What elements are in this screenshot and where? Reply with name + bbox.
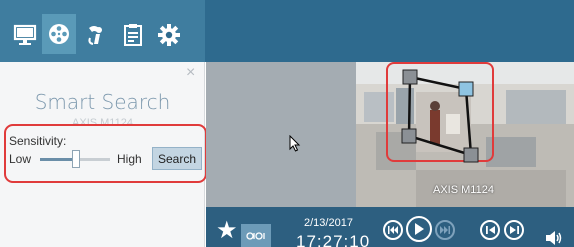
video-viewport-empty [206,62,356,207]
region-handle[interactable] [402,69,418,85]
mouse-cursor-icon [289,135,301,152]
previous-frame-icon[interactable] [480,220,500,240]
skip-to-end-icon[interactable] [435,220,455,240]
panel-title: Smart Search [34,90,171,114]
film-reel-icon[interactable] [42,14,76,54]
play-icon[interactable] [406,216,432,242]
region-handle[interactable] [463,147,479,163]
monitor-icon[interactable] [8,18,42,52]
sensitivity-highlight-box [4,124,207,183]
gear-icon[interactable] [152,18,186,52]
region-handle[interactable] [401,128,417,144]
skip-to-start-icon[interactable] [383,220,403,240]
ptz-icon[interactable] [241,224,271,247]
top-toolbar [0,0,574,62]
playback-bar: ★ 2/13/2017 17:27:10 [206,207,574,247]
bookmark-star-icon[interactable]: ★ [216,219,238,243]
recordings-icon[interactable] [80,18,114,52]
volume-icon[interactable] [546,231,564,247]
playback-time: 17:27:10 [296,232,371,247]
next-frame-icon[interactable] [504,220,524,240]
camera-overlay-label: AXIS M1124 [433,184,494,196]
close-icon[interactable]: × [186,65,195,81]
region-handle-selected[interactable] [458,81,474,97]
playback-date: 2/13/2017 [304,217,353,229]
clipboard-icon[interactable] [116,18,150,52]
